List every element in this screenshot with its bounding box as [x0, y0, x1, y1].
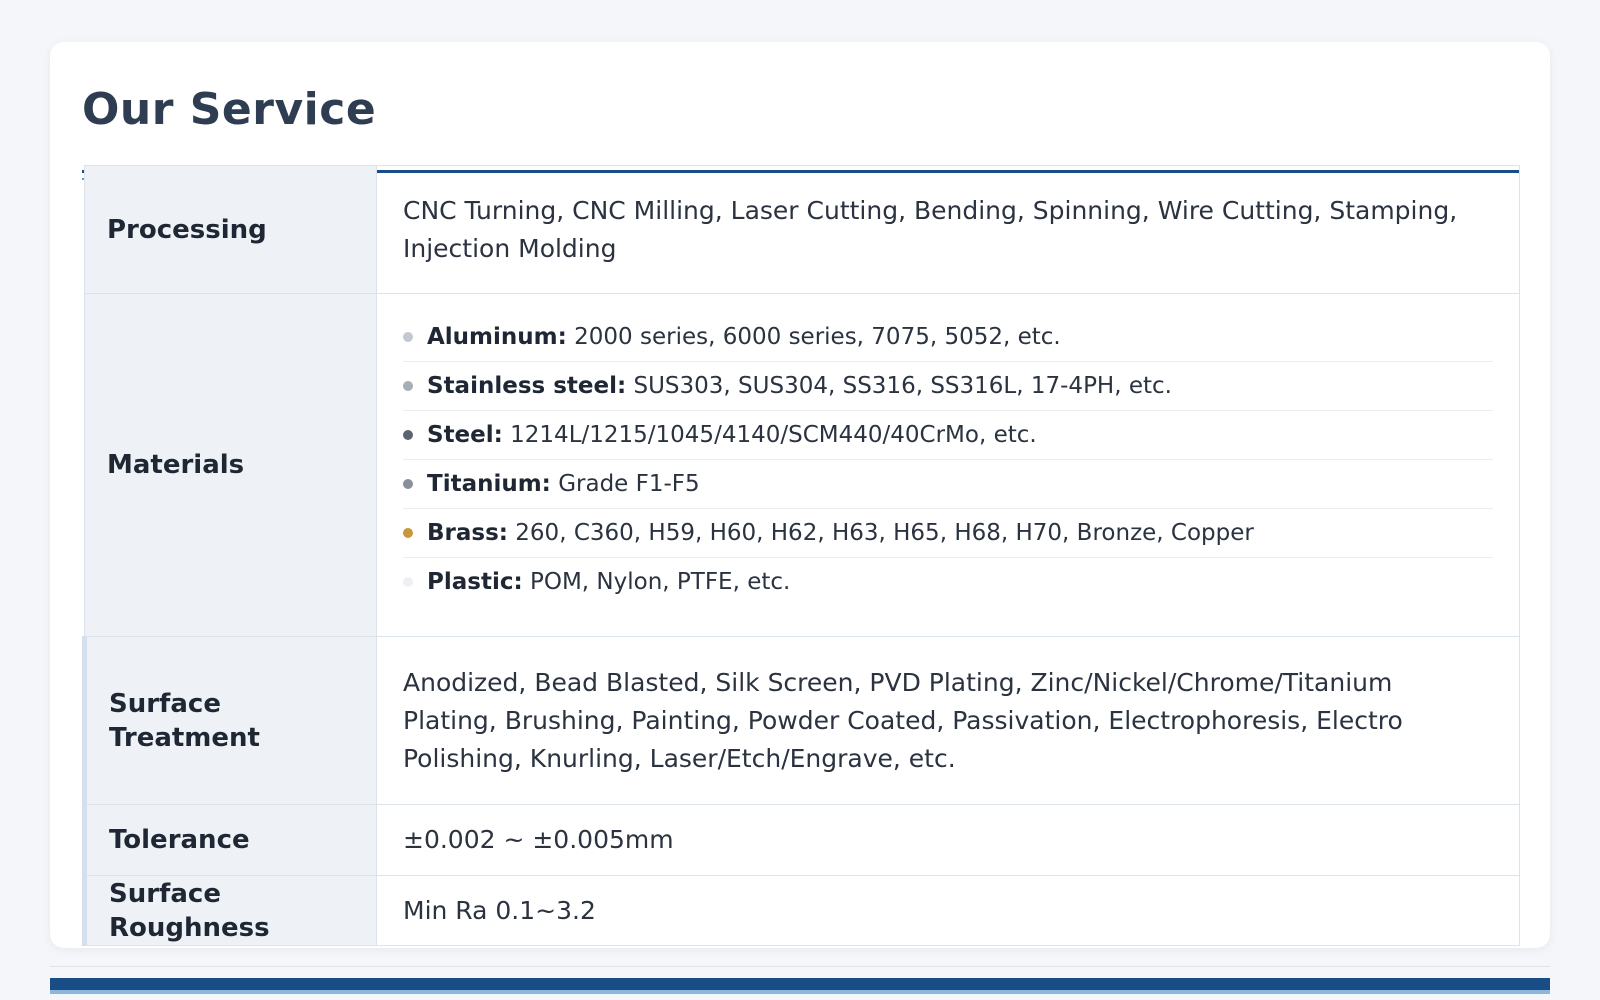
bullet-dot-icon	[403, 576, 413, 587]
row-value-materials: Aluminum: 2000 series, 6000 series, 7075…	[376, 293, 1520, 637]
footer-bar-accent	[50, 990, 1550, 994]
service-card: Our Service Processing CNC Turning, CNC …	[50, 42, 1550, 948]
list-item: Brass: 260, C360, H59, H60, H62, H63, H6…	[403, 513, 1493, 558]
table-row-surface-roughness: Surface Roughness Min Ra 0.1~3.2	[82, 875, 1520, 946]
list-item: Titanium: Grade F1-F5	[403, 464, 1493, 509]
materials-list: Aluminum: 2000 series, 6000 series, 7075…	[403, 297, 1493, 634]
material-detail: SUS303, SUS304, SS316, SS316L, 17-4PH, e…	[626, 372, 1172, 399]
bullet-dot-icon	[403, 478, 413, 489]
bullet-dot-icon	[403, 429, 413, 440]
material-name: Aluminum:	[427, 323, 567, 350]
list-item: Stainless steel: SUS303, SUS304, SS316, …	[403, 366, 1493, 411]
table-row-processing: Processing CNC Turning, CNC Milling, Las…	[84, 165, 1520, 294]
row-label-surface-roughness: Surface Roughness	[82, 875, 377, 946]
footer-divider	[50, 966, 1550, 967]
material-name: Titanium:	[427, 470, 551, 497]
table-row-surface-treatment: Surface Treatment Anodized, Bead Blasted…	[82, 636, 1520, 805]
row-value-tolerance: ±0.002 ~ ±0.005mm	[376, 804, 1520, 876]
footer-bar	[50, 978, 1550, 990]
page-title: Our Service	[82, 84, 377, 135]
service-spec-table: Processing CNC Turning, CNC Milling, Las…	[82, 165, 1520, 946]
bullet-dot-icon	[403, 527, 413, 538]
row-label-processing: Processing	[84, 165, 377, 294]
bullet-dot-icon	[403, 380, 413, 391]
material-detail: 1214L/1215/1045/4140/SCM440/40CrMo, etc.	[502, 421, 1037, 448]
material-name: Steel:	[427, 421, 503, 448]
row-value-processing: CNC Turning, CNC Milling, Laser Cutting,…	[376, 165, 1520, 294]
material-name: Brass:	[427, 519, 508, 546]
row-value-surface-treatment: Anodized, Bead Blasted, Silk Screen, PVD…	[376, 636, 1520, 805]
list-item: Plastic: POM, Nylon, PTFE, etc.	[403, 562, 1493, 606]
table-row-tolerance: Tolerance ±0.002 ~ ±0.005mm	[82, 804, 1520, 876]
material-detail: 260, C360, H59, H60, H62, H63, H65, H68,…	[507, 519, 1254, 546]
material-name: Stainless steel:	[427, 372, 627, 399]
row-label-materials: Materials	[84, 293, 377, 637]
row-label-tolerance: Tolerance	[82, 804, 377, 876]
row-label-surface-treatment: Surface Treatment	[82, 636, 377, 805]
row-value-surface-roughness: Min Ra 0.1~3.2	[376, 875, 1520, 946]
material-detail: 2000 series, 6000 series, 7075, 5052, et…	[566, 323, 1061, 350]
material-detail: Grade F1-F5	[550, 470, 700, 497]
material-detail: POM, Nylon, PTFE, etc.	[522, 568, 791, 595]
table-row-materials: Materials Aluminum: 2000 series, 6000 se…	[84, 293, 1520, 637]
list-item: Aluminum: 2000 series, 6000 series, 7075…	[403, 317, 1493, 362]
list-item: Steel: 1214L/1215/1045/4140/SCM440/40CrM…	[403, 415, 1493, 460]
material-name: Plastic:	[427, 568, 523, 595]
bullet-dot-icon	[403, 331, 413, 342]
